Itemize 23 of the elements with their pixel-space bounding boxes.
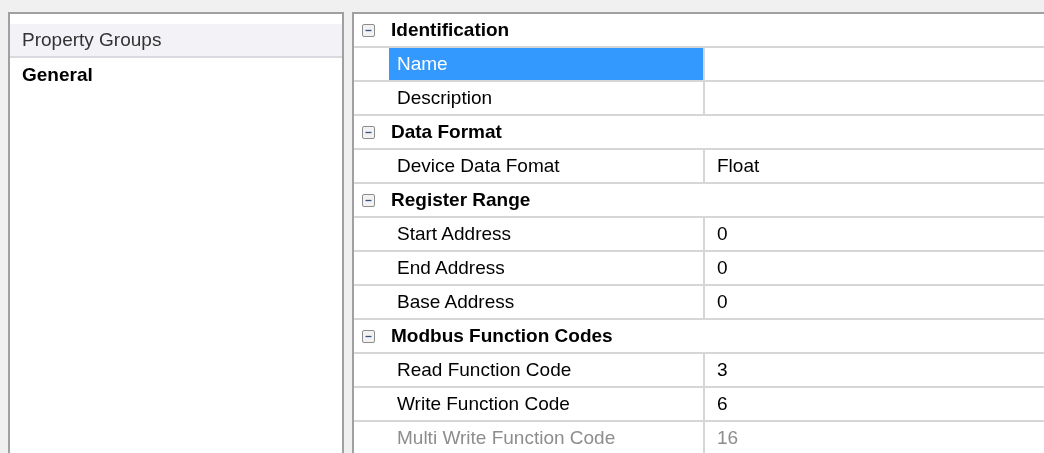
category-title: Register Range	[391, 187, 531, 212]
property-name[interactable]: Description	[389, 82, 705, 114]
collapse-icon[interactable]	[362, 125, 375, 139]
property-name[interactable]: Device Data Fomat	[389, 150, 705, 182]
property-value[interactable]: 3	[705, 354, 1044, 386]
property-value[interactable]: 0	[705, 286, 1044, 318]
property-name[interactable]: Write Function Code	[389, 388, 705, 420]
property-name[interactable]: Base Address	[389, 286, 705, 318]
property-value[interactable]: 0	[705, 252, 1044, 284]
group-item[interactable]: General	[10, 58, 342, 92]
collapse-icon[interactable]	[362, 23, 375, 37]
property-value[interactable]: Float	[705, 150, 1044, 182]
collapse-icon[interactable]	[362, 329, 375, 343]
property-name[interactable]: End Address	[389, 252, 705, 284]
category-title: Data Format	[391, 119, 502, 144]
property-value[interactable]: 6	[705, 388, 1044, 420]
category-title: Modbus Function Codes	[391, 323, 613, 348]
collapse-icon[interactable]	[362, 193, 375, 207]
property-name[interactable]: Start Address	[389, 218, 705, 250]
list-header: Property Groups	[10, 24, 342, 58]
property-value[interactable]: 0	[705, 218, 1044, 250]
property-name[interactable]: Read Function Code	[389, 354, 705, 386]
category-title: Identification	[391, 17, 510, 42]
